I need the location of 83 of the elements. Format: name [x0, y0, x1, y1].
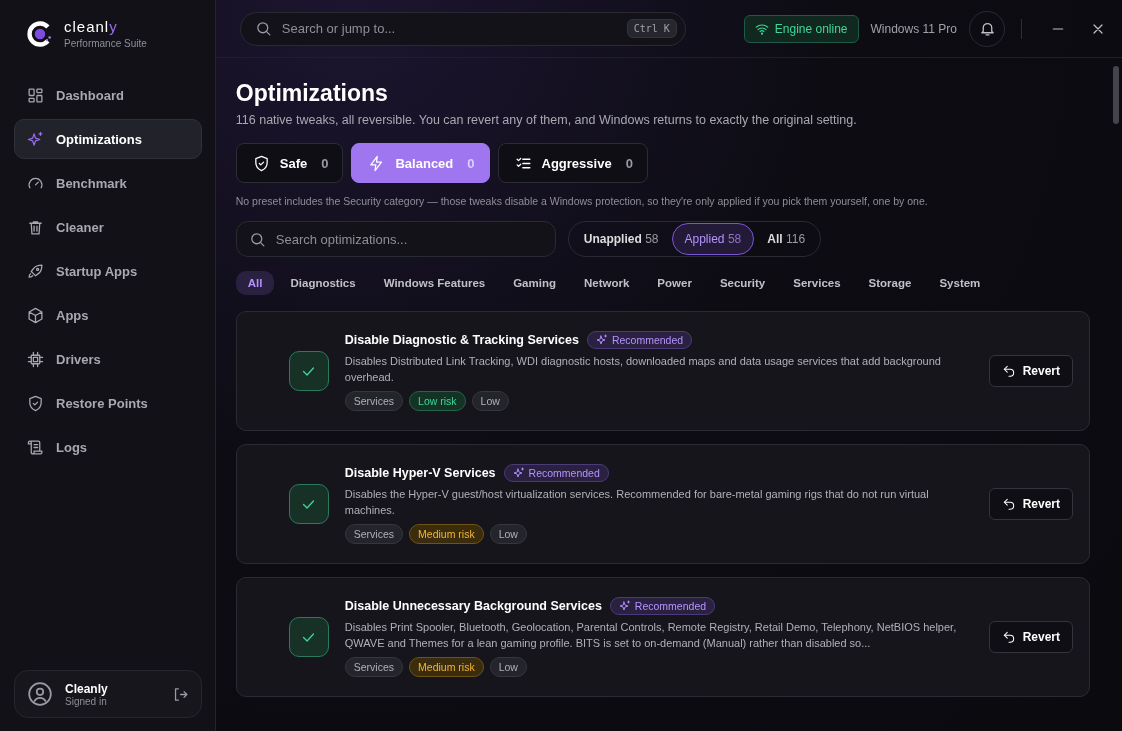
- revert-button[interactable]: Revert: [988, 355, 1073, 387]
- recommended-badge: Recommended: [609, 597, 716, 616]
- user-status: Signed in: [65, 695, 107, 707]
- tweak-description: Disables Print Spooler, Bluetooth, Geolocation, Parental Controls, Remote Registry, Retail Demo, Telephony, NetBIOS helper, QWAVE and Themes for a lean gaming profile. BITS is set to on-demand (Manual) rather than disabled so...: [344, 620, 958, 651]
- category-tab[interactable]: System: [927, 271, 993, 295]
- scroll-icon: [27, 438, 44, 456]
- trash-icon: [27, 218, 44, 236]
- tag: Low: [489, 523, 527, 544]
- search-icon: [248, 230, 266, 248]
- tag: Low risk: [409, 390, 466, 411]
- applied-checkbox[interactable]: [288, 351, 329, 391]
- shield-check-icon: [27, 394, 44, 412]
- sparkle-icon: [595, 334, 608, 347]
- sparkle-icon: [27, 130, 44, 148]
- sidebar-item[interactable]: Benchmark: [14, 163, 202, 203]
- search-field[interactable]: Search optimizations...: [235, 221, 556, 257]
- sparkle-icon: [512, 467, 525, 480]
- sidebar-item[interactable]: Startup Apps: [14, 251, 202, 291]
- preset-button[interactable]: Aggressive 0: [497, 143, 648, 183]
- search-icon: [254, 20, 272, 37]
- category-tab[interactable]: Network: [572, 271, 642, 295]
- category-tab[interactable]: Windows Features: [371, 271, 498, 295]
- applied-checkbox[interactable]: [288, 617, 329, 657]
- tweak-title: Disable Unnecessary Background Services: [344, 599, 602, 614]
- category-tab[interactable]: Storage: [856, 271, 924, 295]
- bell-icon: [978, 20, 996, 37]
- undo-icon: [1001, 497, 1016, 511]
- chip-icon: [27, 350, 44, 368]
- search-input[interactable]: Search optimizations...: [273, 230, 543, 248]
- app-name: cleanly: [64, 18, 119, 35]
- shortcut-key: Ctrl K: [626, 19, 677, 38]
- user-name: Cleanly: [65, 681, 109, 696]
- filter-tab[interactable]: Applied 58: [671, 223, 755, 255]
- category-tab[interactable]: Power: [645, 271, 704, 295]
- rocket-icon: [27, 262, 44, 280]
- tag: Services: [344, 390, 404, 411]
- preset-button[interactable]: Safe 0: [235, 143, 344, 183]
- tag: Medium risk: [409, 656, 484, 677]
- search-field[interactable]: Search or jump to... Ctrl K: [239, 11, 686, 46]
- sidebar-item[interactable]: Apps: [14, 295, 202, 335]
- tweak-title: Disable Hyper-V Services: [344, 466, 496, 481]
- tweak-description: Disables Distributed Link Tracking, WDI diagnostic hosts, downloaded maps and data usage services that add background overhead.: [344, 354, 942, 385]
- recommended-badge: Recommended: [503, 464, 609, 483]
- tag: Low: [489, 656, 527, 677]
- search-input[interactable]: Search or jump to...: [279, 20, 619, 37]
- category-tab[interactable]: Gaming: [501, 271, 568, 295]
- user-avatar-icon: [27, 681, 53, 707]
- tag: Services: [344, 523, 404, 544]
- os-label: Windows 11 Pro: [870, 21, 957, 36]
- sidebar-item[interactable]: Logs: [14, 427, 202, 467]
- dashboard-grid-icon: [27, 86, 44, 104]
- tweak-description: Disables the Hyper-V guest/host virtualization services. Recommended for bare-metal gaming rigs that do not run virtual machines.: [344, 487, 930, 518]
- recommended-badge: Recommended: [586, 331, 693, 350]
- engine-status-badge: Engine online: [743, 14, 859, 43]
- category-tab[interactable]: Security: [707, 271, 778, 295]
- sidebar-item[interactable]: Dashboard: [14, 75, 202, 115]
- page-title: Optimizations: [235, 80, 389, 107]
- sidebar-item[interactable]: Restore Points: [14, 383, 202, 423]
- category-tab[interactable]: Services: [781, 271, 853, 295]
- preset-note: No preset includes the Security category — those tweaks disable a Windows protection, so they're only applied if you pick them yourself, one by one.: [235, 195, 929, 207]
- undo-icon: [1001, 364, 1016, 378]
- sparkle-icon: [618, 600, 631, 613]
- tag: Services: [344, 656, 404, 677]
- tweak-title: Disable Diagnostic & Tracking Services: [344, 333, 579, 348]
- category-tab[interactable]: All: [235, 271, 275, 295]
- cube-icon: [27, 306, 44, 324]
- sidebar-item[interactable]: Drivers: [14, 339, 202, 379]
- page-subtitle: 116 native tweaks, all reversible. You can revert any of them, and Windows returns to exactly the original setting.: [235, 113, 858, 127]
- wifi-icon: [754, 21, 769, 36]
- undo-icon: [1001, 630, 1016, 644]
- revert-button[interactable]: Revert: [988, 621, 1073, 653]
- sidebar-item[interactable]: Cleaner: [14, 207, 202, 247]
- app-subtitle: Performance Suite: [64, 38, 147, 49]
- filter-tab[interactable]: All 116: [754, 223, 819, 255]
- tag: Low: [471, 390, 509, 411]
- logo-icon: [26, 19, 54, 48]
- revert-button[interactable]: Revert: [988, 488, 1073, 520]
- shield-check-icon: [252, 154, 270, 172]
- filter-tab[interactable]: Unapplied 58: [570, 223, 672, 255]
- sidebar-item[interactable]: Optimizations: [14, 119, 202, 159]
- category-tab[interactable]: Diagnostics: [278, 271, 368, 295]
- applied-checkbox[interactable]: [288, 484, 329, 524]
- tag: Medium risk: [409, 523, 484, 544]
